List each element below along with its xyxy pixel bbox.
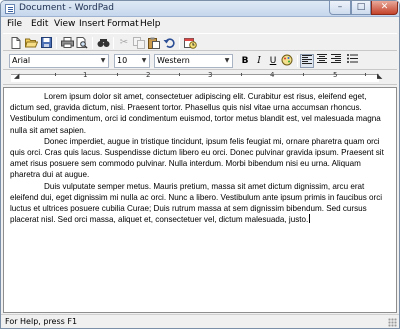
ruler-tick [55, 73, 56, 76]
menu-file[interactable]: File [7, 19, 22, 29]
chevron-down-icon[interactable]: ▼ [222, 55, 232, 67]
document-paragraph-1: Lorem ipsum dolor sit amet, consectetuer… [10, 92, 381, 135]
font-color-button[interactable] [280, 54, 294, 68]
undo-icon[interactable] [162, 36, 176, 49]
font-size-select[interactable]: 10 ▼ [114, 54, 150, 68]
bullets-button[interactable] [345, 54, 359, 68]
ruler-tick [241, 73, 242, 76]
cut-icon[interactable]: ✂ [117, 36, 131, 49]
text-caret [309, 214, 311, 224]
right-margin-marker-icon[interactable]: ◣ [377, 72, 382, 80]
menu-help[interactable]: Help [140, 19, 161, 29]
paste-icon[interactable] [147, 36, 161, 49]
font-value: Arial [12, 56, 31, 65]
document-area[interactable]: Lorem ipsum dolor sit amet, consectetuer… [3, 87, 397, 313]
menu-format[interactable]: Format [107, 19, 139, 29]
italic-button[interactable]: I [252, 54, 266, 68]
find-icon[interactable] [96, 36, 110, 49]
document-text[interactable]: Lorem ipsum dolor sit amet, consectetuer… [10, 91, 390, 225]
align-center-button[interactable] [315, 54, 329, 68]
bullets-icon [346, 54, 358, 63]
align-left-icon [302, 55, 312, 64]
underline-button[interactable]: U [266, 54, 280, 68]
ruler-strip [11, 74, 379, 82]
ruler-label-3: 3 [208, 71, 213, 79]
ruler-label-4: 4 [270, 71, 275, 79]
insert-date-icon[interactable] [183, 36, 197, 49]
bold-button[interactable]: B [238, 54, 252, 68]
save-icon[interactable] [39, 36, 53, 49]
copy-icon[interactable] [132, 36, 146, 49]
ruler-label-2: 2 [146, 71, 151, 79]
print-icon[interactable] [60, 36, 74, 49]
close-button[interactable]: ✕ [371, 1, 398, 15]
wordpad-window: Document - WordPad – □ ✕ File Edit View … [0, 0, 400, 329]
status-text: For Help, press F1 [5, 317, 78, 326]
standard-toolbar: ✂ [3, 33, 397, 51]
print-preview-icon[interactable] [75, 36, 89, 49]
chevron-down-icon[interactable]: ▼ [98, 55, 108, 67]
menu-insert[interactable]: Insert [79, 19, 105, 29]
paragraph-3-text: Duis vulputate semper metus. Mauris pret… [10, 181, 383, 225]
title-bar[interactable]: Document - WordPad – □ ✕ [1, 1, 399, 17]
minimize-button[interactable]: – [329, 1, 351, 15]
align-right-button[interactable] [329, 54, 343, 68]
chevron-down-icon[interactable]: ▼ [139, 55, 149, 67]
resize-grip-icon[interactable] [388, 318, 397, 327]
script-select[interactable]: Western ▼ [154, 54, 233, 68]
align-left-button[interactable] [300, 54, 314, 68]
align-right-icon [331, 54, 341, 63]
font-size-value: 10 [117, 56, 128, 65]
align-center-icon [317, 54, 327, 63]
ruler-tick [179, 73, 180, 76]
document-paragraph-2: Donec imperdiet, augue in tristique tinc… [10, 136, 384, 180]
open-icon[interactable] [24, 36, 38, 49]
ruler-tick [365, 73, 366, 76]
format-bar: Arial ▼ 10 ▼ Western ▼ B I U [3, 52, 397, 70]
new-icon[interactable] [9, 36, 23, 49]
ruler-label-5: 5 [333, 71, 338, 79]
script-value: Western [157, 56, 190, 65]
ruler-label-1: 1 [83, 71, 88, 79]
menu-view[interactable]: View [54, 19, 75, 29]
window-title: Document - WordPad [19, 3, 114, 13]
document-paragraph-3: Duis vulputate semper metus. Mauris pret… [10, 181, 390, 226]
color-palette-icon [281, 54, 293, 66]
font-select[interactable]: Arial ▼ [9, 54, 109, 68]
ruler[interactable]: ◢ 1 2 3 4 5 ◣ [3, 71, 397, 85]
ruler-tick [117, 73, 118, 76]
wordpad-app-icon[interactable] [5, 4, 15, 14]
menu-bar: File Edit View Insert Format Help [1, 17, 399, 32]
menu-edit[interactable]: Edit [31, 19, 48, 29]
ruler-tick [303, 73, 304, 76]
maximize-button[interactable]: □ [351, 1, 371, 15]
status-bar: For Help, press F1 [1, 314, 399, 328]
indent-marker-icon[interactable]: ◢ [14, 72, 19, 80]
